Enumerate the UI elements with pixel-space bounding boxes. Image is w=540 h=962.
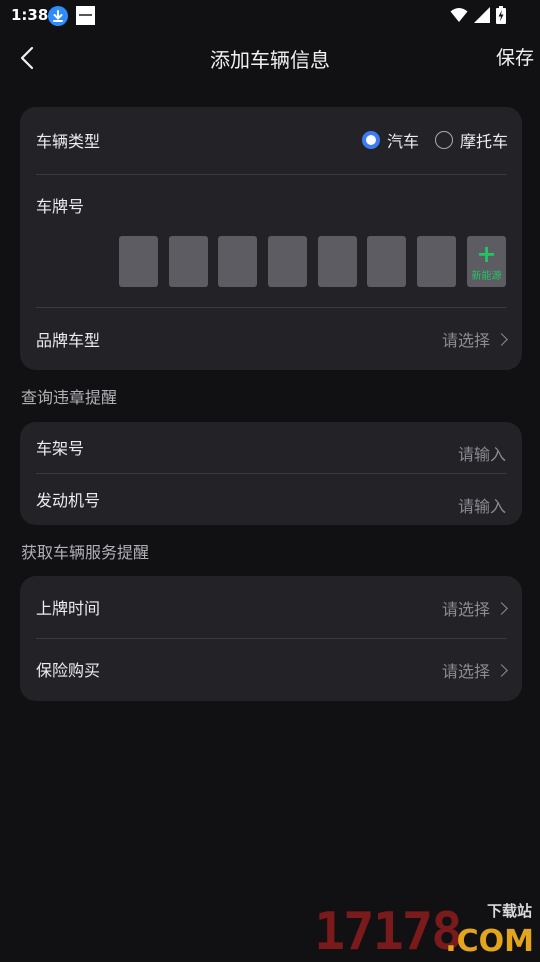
brand-label: 品牌车型 [36,331,101,350]
vin-label: 车架号 [36,439,85,458]
brand-placeholder: 请选择 [441,331,490,350]
vehicle-type-row: 车辆类型 汽车 摩托车 [36,128,508,152]
watermark-cn-text: 下载站 [486,902,532,920]
insurance-row[interactable]: 保险购买 请选择 [36,657,508,682]
service-card: 上牌时间 请选择 保险购买 请选择 [20,576,522,701]
plus-icon: + [476,240,497,268]
insurance-placeholder: 请选择 [441,662,490,681]
divider [36,473,506,474]
battery-charging-icon [496,6,506,28]
radio-car-label: 汽车 [386,132,419,151]
insurance-label: 保险购买 [36,661,101,680]
registration-date-select[interactable]: 请选择 [441,596,508,620]
vin-row[interactable]: 车架号 请输入 [36,435,506,464]
plate-char-slot-4[interactable] [268,236,307,287]
signal-icon [474,7,490,27]
vehicle-type-label: 车辆类型 [36,132,101,151]
insurance-select[interactable]: 请选择 [441,658,508,682]
registration-date-row[interactable]: 上牌时间 请选择 [36,595,508,620]
brand-row[interactable]: 品牌车型 请选择 [36,327,508,351]
divider [36,638,506,639]
plate-char-slot-2[interactable] [169,236,208,287]
chevron-right-icon [495,664,508,677]
chevron-right-icon [495,333,508,346]
radio-motorcycle-label: 摩托车 [459,132,508,151]
watermark-domain: .COM [445,924,534,959]
download-icon [48,6,68,26]
plate-char-slot-7[interactable] [417,236,456,287]
page-title: 添加车辆信息 [210,48,330,72]
new-energy-label: 新能源 [471,271,502,282]
plate-char-slot-5[interactable] [318,236,357,287]
engine-number-label: 发动机号 [36,491,101,510]
divider [36,174,506,175]
violation-section-title: 查询违章提醒 [21,388,118,407]
plate-number-label: 车牌号 [36,197,85,216]
wifi-icon [450,7,468,27]
registration-date-placeholder: 请选择 [441,600,490,619]
violation-card: 车架号 请输入 发动机号 请输入 [20,422,522,525]
radio-motorcycle[interactable]: 摩托车 [434,128,508,152]
brand-select[interactable]: 请选择 [441,327,508,351]
engine-number-input[interactable]: 请输入 [458,493,506,517]
status-icons [450,6,506,28]
registration-date-label: 上牌时间 [36,599,101,618]
watermark-number: 17178 [314,902,463,962]
plate-char-slot-3[interactable] [218,236,257,287]
vin-input[interactable]: 请输入 [458,441,506,465]
status-bar: 1:38 [0,0,540,32]
save-button[interactable]: 保存 [496,43,534,70]
app-icon [76,6,95,25]
watermark-logo: 17178 下载站 .COM [314,898,536,958]
plate-char-slot-6[interactable] [367,236,406,287]
chevron-right-icon [495,602,508,615]
service-section-title: 获取车辆服务提醒 [21,543,150,562]
status-time: 1:38 [11,6,49,24]
new-energy-slot[interactable]: + 新能源 [467,236,506,287]
engine-number-row[interactable]: 发动机号 请输入 [36,487,506,516]
radio-car[interactable]: 汽车 [361,128,419,152]
radio-unselected-icon [434,131,453,149]
vehicle-type-options: 汽车 摩托车 [361,128,508,152]
plate-char-slot-1[interactable] [119,236,158,287]
radio-selected-icon [361,131,380,149]
divider [36,307,506,308]
nav-bar: 添加车辆信息 保存 [0,32,540,86]
